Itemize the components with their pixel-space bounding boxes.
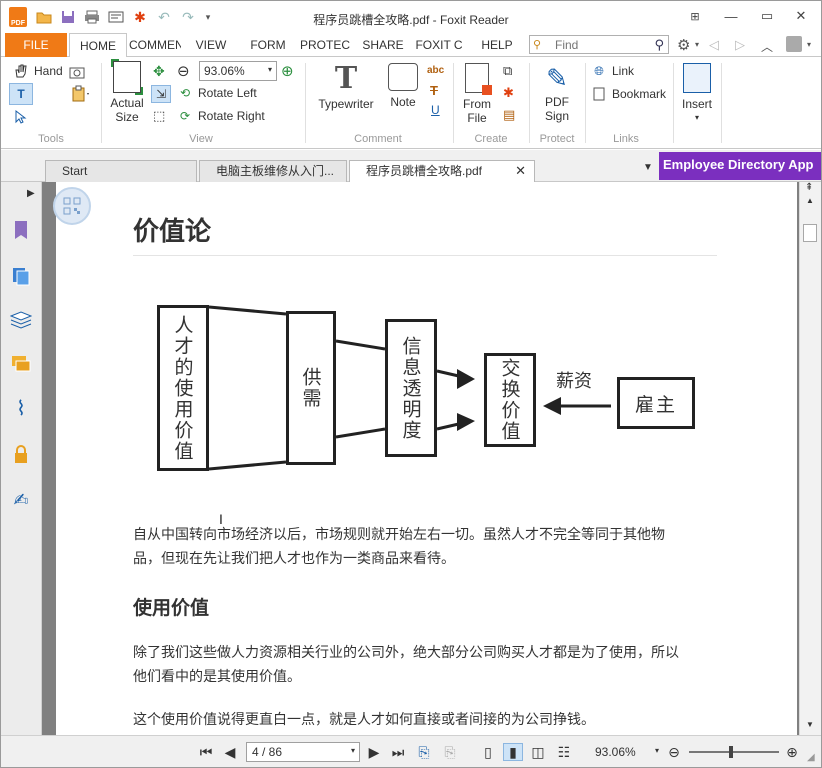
zoom-slider[interactable] [689,746,779,758]
continuous-facing-icon[interactable]: ☷ [555,743,573,761]
scroll-up-icon[interactable]: ▲ [806,196,814,205]
previous-page-icon[interactable]: ◀ [221,743,239,761]
paragraph-line: 这个使用价值说得更直白一点，就是人才如何直接或者间接的为公司挣钱。 [133,712,595,728]
zoom-slider-thumb[interactable] [729,746,733,758]
foxit-reader-window: PDF ✱ ↶ ↷ ▾ 程序员跳槽全攻略.pdf - Foxit Reader … [0,0,822,768]
single-page-icon[interactable]: ▯ [479,743,497,761]
first-page-icon[interactable]: ⏮ [197,743,215,761]
section-heading-use-value: 使用价值 [133,597,210,619]
resize-grip-icon[interactable]: ◢ [807,752,815,763]
status-zoom-out-icon[interactable]: ⊖ [665,743,683,761]
paragraph-line: 品，但现在先让我们把人才也作为一类商品来看待。 [133,551,455,567]
page-indicator: 4 / 86 [252,745,283,759]
previous-view-icon[interactable]: ⎘ [415,743,433,761]
status-zoom-value[interactable]: 93.06% [595,745,636,759]
paragraph-line: 除了我们这些做人力资源相关行业的公司外，绝大部分公司购买人才都是为了使用，所以 [133,645,679,661]
scroll-down-icon[interactable]: ▼ [806,720,814,729]
paragraph-market-economy: 自从中国转向市场经济以后，市场规则就开始左右一切。虽然人才不完全等同于其他物 品… [133,523,723,571]
paragraph-use-value: 除了我们这些做人力资源相关行业的公司外，绝大部分公司购买人才都是为了使用，所以 … [133,641,723,689]
page-dropdown-icon: ▾ [350,746,355,755]
facing-pages-icon[interactable]: ◫ [529,743,547,761]
continuous-page-icon[interactable]: ▮ [503,743,523,761]
status-zoom-in-icon[interactable]: ⊕ [783,743,801,761]
split-handle-icon[interactable]: ⇞ [805,182,813,193]
page-number-input[interactable]: 4 / 86 ▾ [246,742,360,762]
next-view-icon[interactable]: ⎘ [441,743,459,761]
next-page-icon[interactable]: ▶ [365,743,383,761]
paragraph-line: 他们看中的是其使用价值。 [133,669,301,685]
text-cursor-icon: I [219,511,223,527]
paragraph-make-money: 这个使用价值说得更直白一点，就是人才如何直接或者间接的为公司挣钱。 [133,708,723,732]
last-page-icon[interactable]: ⏭ [389,743,407,761]
vertical-scrollbar[interactable]: ⇞ ▲ ▼ [799,182,821,735]
status-zoom-dropdown-icon[interactable]: ▾ [655,746,659,755]
scrollbar-thumb[interactable] [803,224,817,242]
status-bar: ⏮ ◀ 4 / 86 ▾ ▶ ⏭ ⎘ ⎘ ▯ ▮ ◫ ☷ 93.06% ▾ ⊖ … [1,735,821,767]
